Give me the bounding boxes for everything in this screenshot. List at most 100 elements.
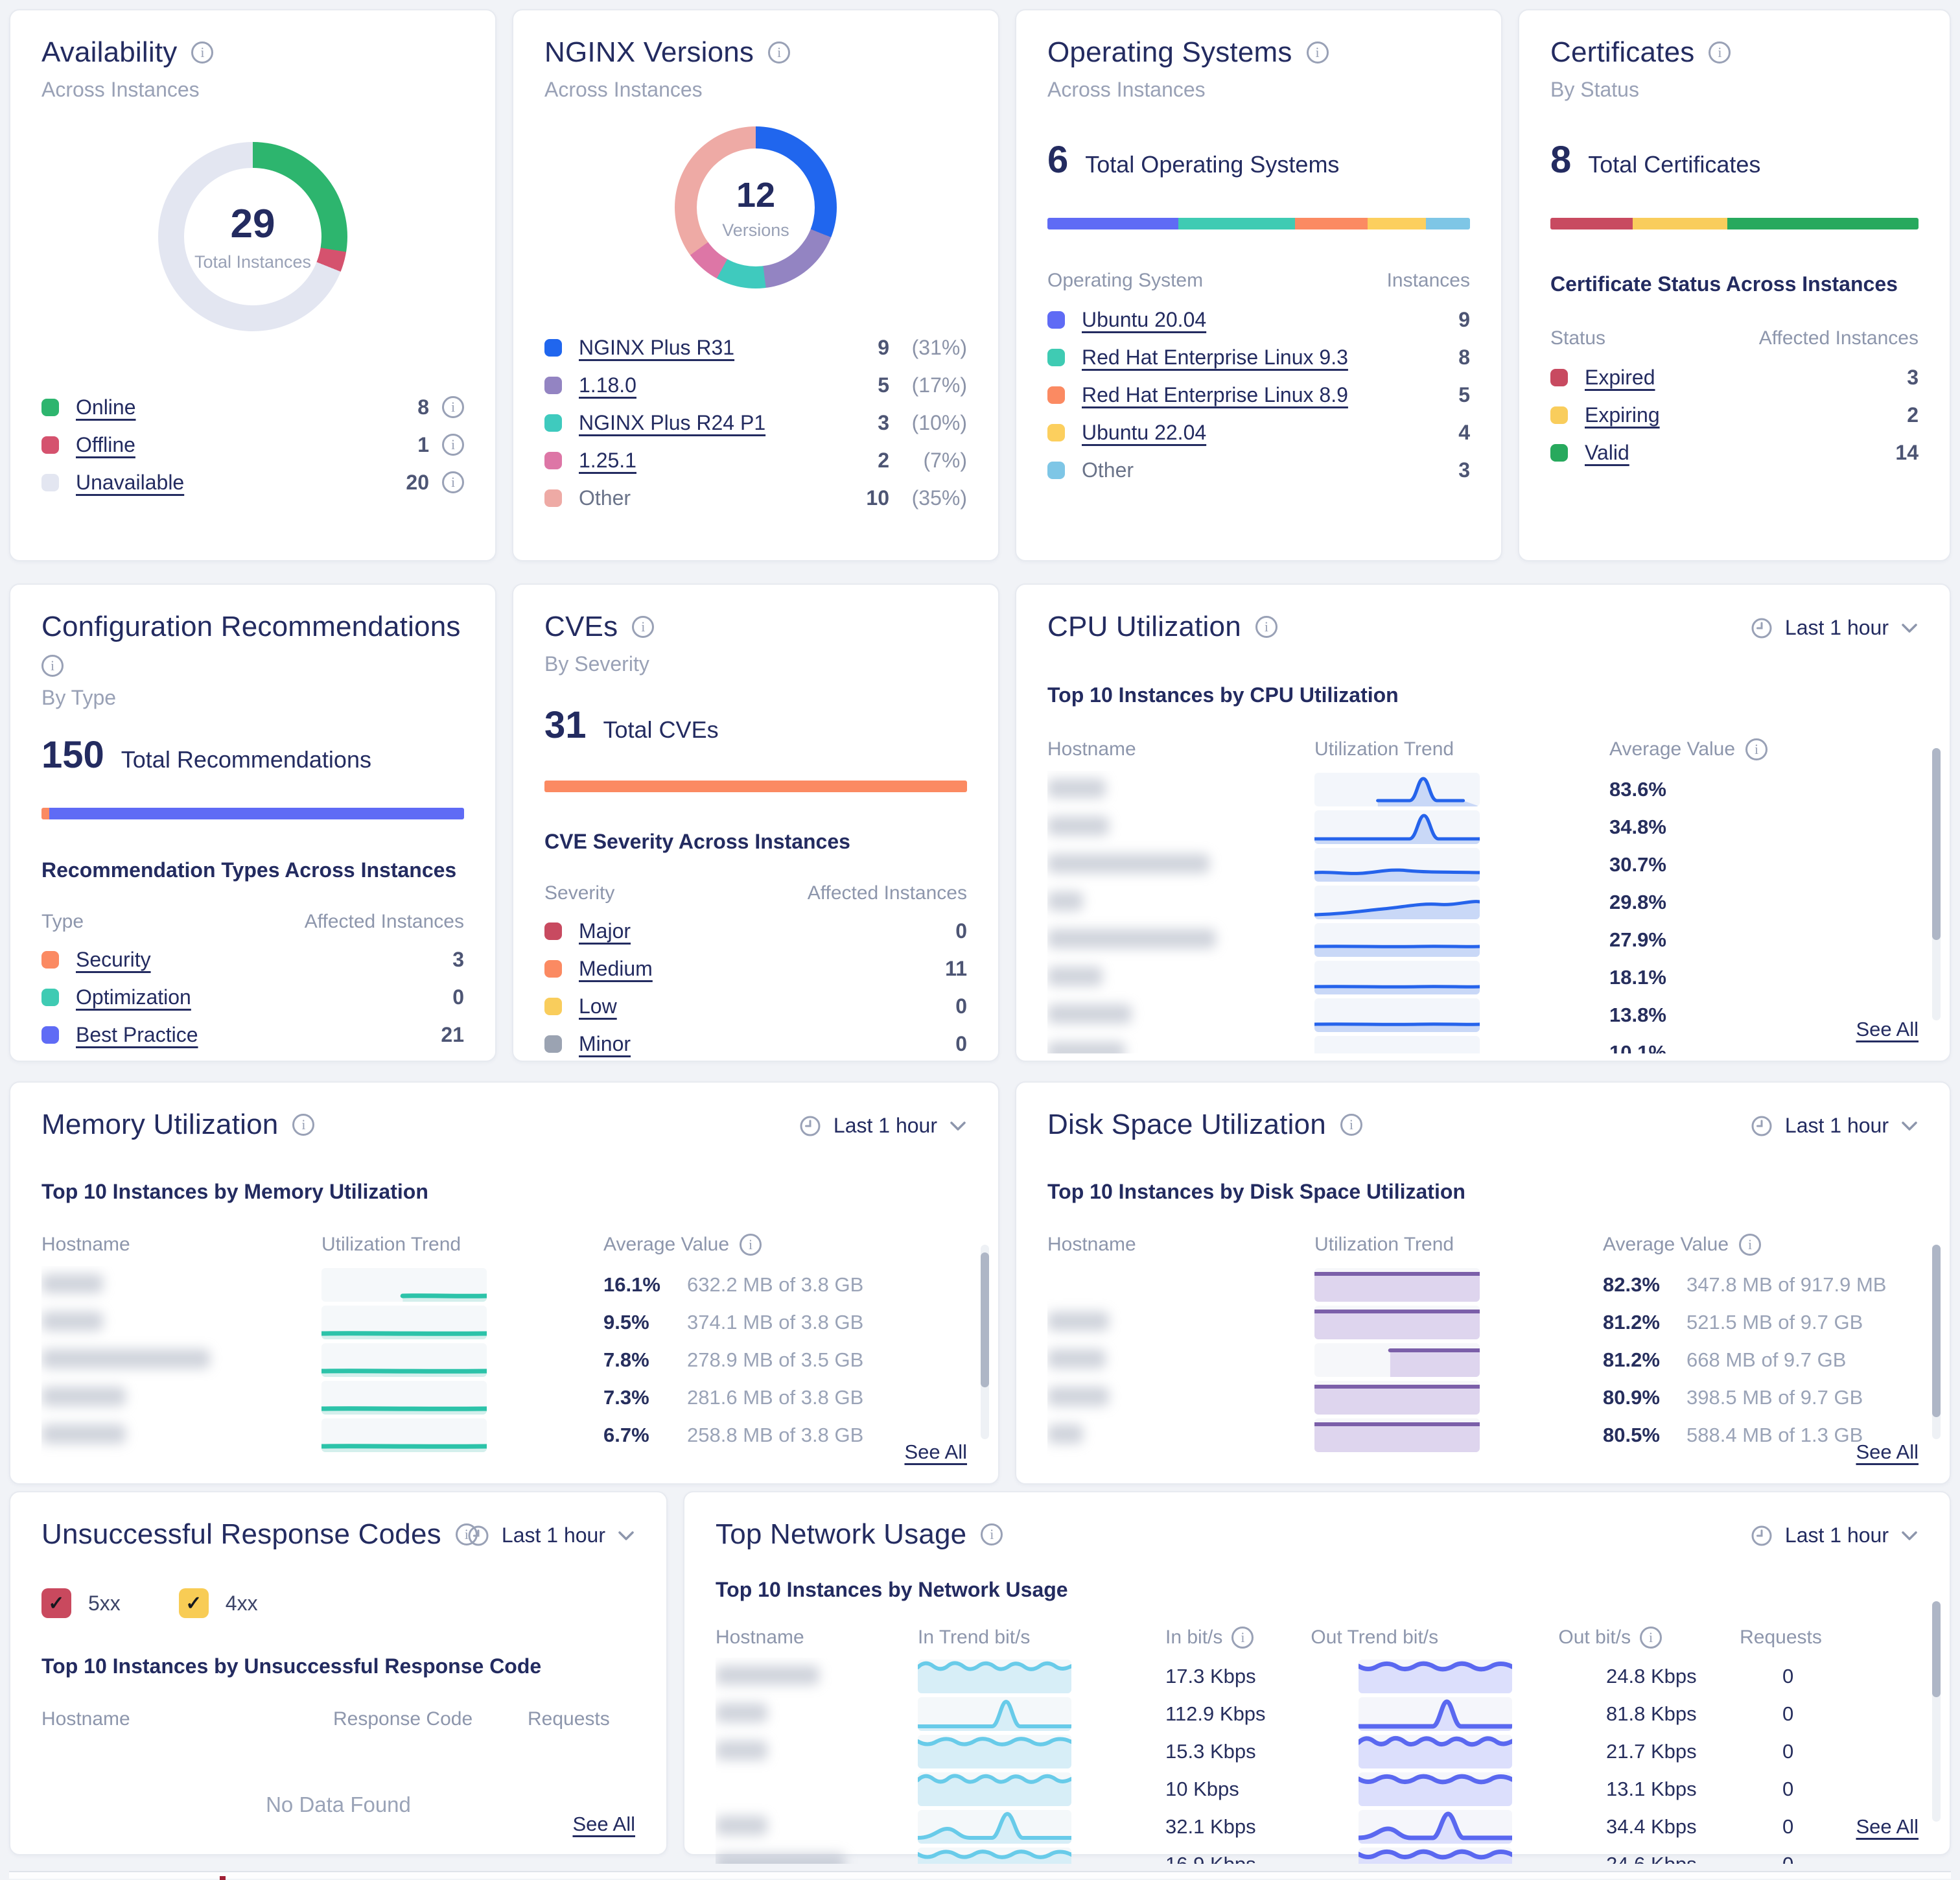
legend-label[interactable]: Medium [579,957,653,981]
legend-swatch [544,452,562,469]
blurred-hostname [716,1741,767,1760]
legend-label[interactable]: Unavailable [76,471,184,495]
info-icon[interactable] [442,471,464,493]
out-bits-value: 81.8 Kbps [1606,1702,1782,1726]
info-icon[interactable] [191,41,213,64]
list-item: Unavailable20 [41,464,464,501]
operating-systems-title: Operating Systems [1047,36,1292,69]
disk-scrollbar-thumb[interactable] [1932,1245,1941,1417]
average-value: 9.5% [603,1311,678,1334]
legend-label[interactable]: Security [76,948,151,972]
blurred-hostname [716,1665,819,1685]
net-col-in: In bit/s [1165,1627,1222,1649]
legend-label: Other [579,486,631,510]
info-icon[interactable] [442,396,464,418]
info-icon[interactable] [768,41,790,64]
info-icon[interactable] [981,1523,1003,1545]
legend-swatch [544,339,562,357]
legend-label[interactable]: 1.18.0 [579,373,636,397]
list-item: NGINX Plus R24 P13(10%) [544,404,967,441]
in-bits-value: 15.3 Kbps [1165,1740,1334,1763]
info-icon[interactable] [632,616,654,638]
average-value: 6.7% [603,1424,678,1447]
table-row: 17.3 Kbps24.8 Kbps0 [716,1658,1919,1695]
info-icon[interactable] [1745,738,1768,760]
time-range-select[interactable]: Last 1 hour [467,1523,635,1547]
legend-label[interactable]: Major [579,919,631,943]
info-icon[interactable] [292,1114,314,1136]
sparkline-chart [1359,1848,1512,1864]
usage-detail: 632.2 MB of 3.8 GB [687,1273,863,1297]
response-codes-see-all-link[interactable]: See All [572,1813,635,1836]
blurred-hostname [41,1274,103,1293]
network-scrollbar-thumb[interactable] [1932,1601,1941,1697]
os-col-right: Instances [1387,270,1470,292]
next-row-card-peek [9,1871,1951,1879]
cpu-col-avg: Average Value [1609,738,1735,760]
time-range-select[interactable]: Last 1 hour [1750,1523,1919,1547]
legend-swatch [544,1035,562,1053]
config-total: 150 [41,733,104,777]
sparkline-chart [1314,1381,1480,1415]
legend-label[interactable]: Valid [1585,441,1629,465]
filter-4xx[interactable]: 4xx [179,1588,258,1618]
time-range-select[interactable]: Last 1 hour [799,1114,967,1138]
legend-label[interactable]: Expiring [1585,403,1660,427]
legend-label[interactable]: Low [579,994,617,1018]
disk-see-all-link[interactable]: See All [1856,1440,1919,1464]
legend-percent: (17%) [889,373,967,397]
legend-label[interactable]: Best Practice [76,1023,198,1047]
info-icon[interactable] [442,434,464,456]
info-icon[interactable] [1709,41,1731,64]
no-data-message: No Data Found [41,1792,635,1817]
legend-label[interactable]: NGINX Plus R24 P1 [579,411,765,435]
legend-label[interactable]: Red Hat Enterprise Linux 8.9 [1082,383,1348,407]
blurred-hostname [41,1349,210,1369]
legend-label[interactable]: Expired [1585,366,1655,390]
list-item: Security3 [41,941,464,978]
info-icon[interactable] [1340,1114,1362,1136]
table-row: 32.1 Kbps34.4 Kbps0 [716,1808,1919,1846]
memory-scrollbar-thumb[interactable] [981,1252,989,1387]
cves-total-label: Total CVEs [603,716,719,744]
sparkline-chart [918,1697,1071,1731]
sparkline-chart [1314,848,1480,882]
filter-5xx[interactable]: 5xx [41,1588,121,1618]
nginx-versions-total: 12 [736,175,775,215]
info-icon[interactable] [1307,41,1329,64]
checkbox-checked-icon[interactable] [179,1588,209,1618]
legend-label[interactable]: Red Hat Enterprise Linux 9.3 [1082,346,1348,370]
info-icon[interactable] [1231,1627,1254,1649]
info-icon[interactable] [1739,1234,1761,1256]
info-icon[interactable] [1255,616,1278,638]
legend-label[interactable]: Minor [579,1032,631,1056]
info-icon[interactable] [41,655,64,677]
legend-count: 3 [1458,458,1470,482]
legend-label[interactable]: 1.25.1 [579,449,636,473]
legend-count: 4 [1458,421,1470,445]
legend-label[interactable]: Ubuntu 20.04 [1082,308,1206,332]
legend-count: 9 [878,336,889,360]
table-row: 29.8% [1047,884,1919,921]
memory-see-all-link[interactable]: See All [904,1440,967,1464]
legend-label[interactable]: Online [76,395,136,419]
checkbox-checked-icon[interactable] [41,1588,71,1618]
blurred-hostname [1047,1349,1106,1369]
cpu-see-all-link[interactable]: See All [1856,1018,1919,1041]
legend-label[interactable]: Ubuntu 22.04 [1082,421,1206,445]
info-icon[interactable] [1640,1627,1662,1649]
legend-label[interactable]: NGINX Plus R31 [579,336,734,360]
average-value: 82.3% [1603,1273,1677,1297]
time-range-select[interactable]: Last 1 hour [1750,1114,1919,1138]
bar-segment [1550,218,1633,229]
legend-swatch [544,414,562,432]
blurred-hostname [1047,1311,1109,1331]
info-icon[interactable] [740,1234,762,1256]
legend-label[interactable]: Offline [76,433,135,457]
legend-count: 1 [417,433,429,457]
legend-label[interactable]: Optimization [76,985,191,1009]
list-item: Ubuntu 22.04 4 [1047,414,1470,451]
cpu-scrollbar-thumb[interactable] [1932,748,1941,940]
network-see-all-link[interactable]: See All [1856,1815,1919,1839]
time-range-select[interactable]: Last 1 hour [1750,616,1919,640]
